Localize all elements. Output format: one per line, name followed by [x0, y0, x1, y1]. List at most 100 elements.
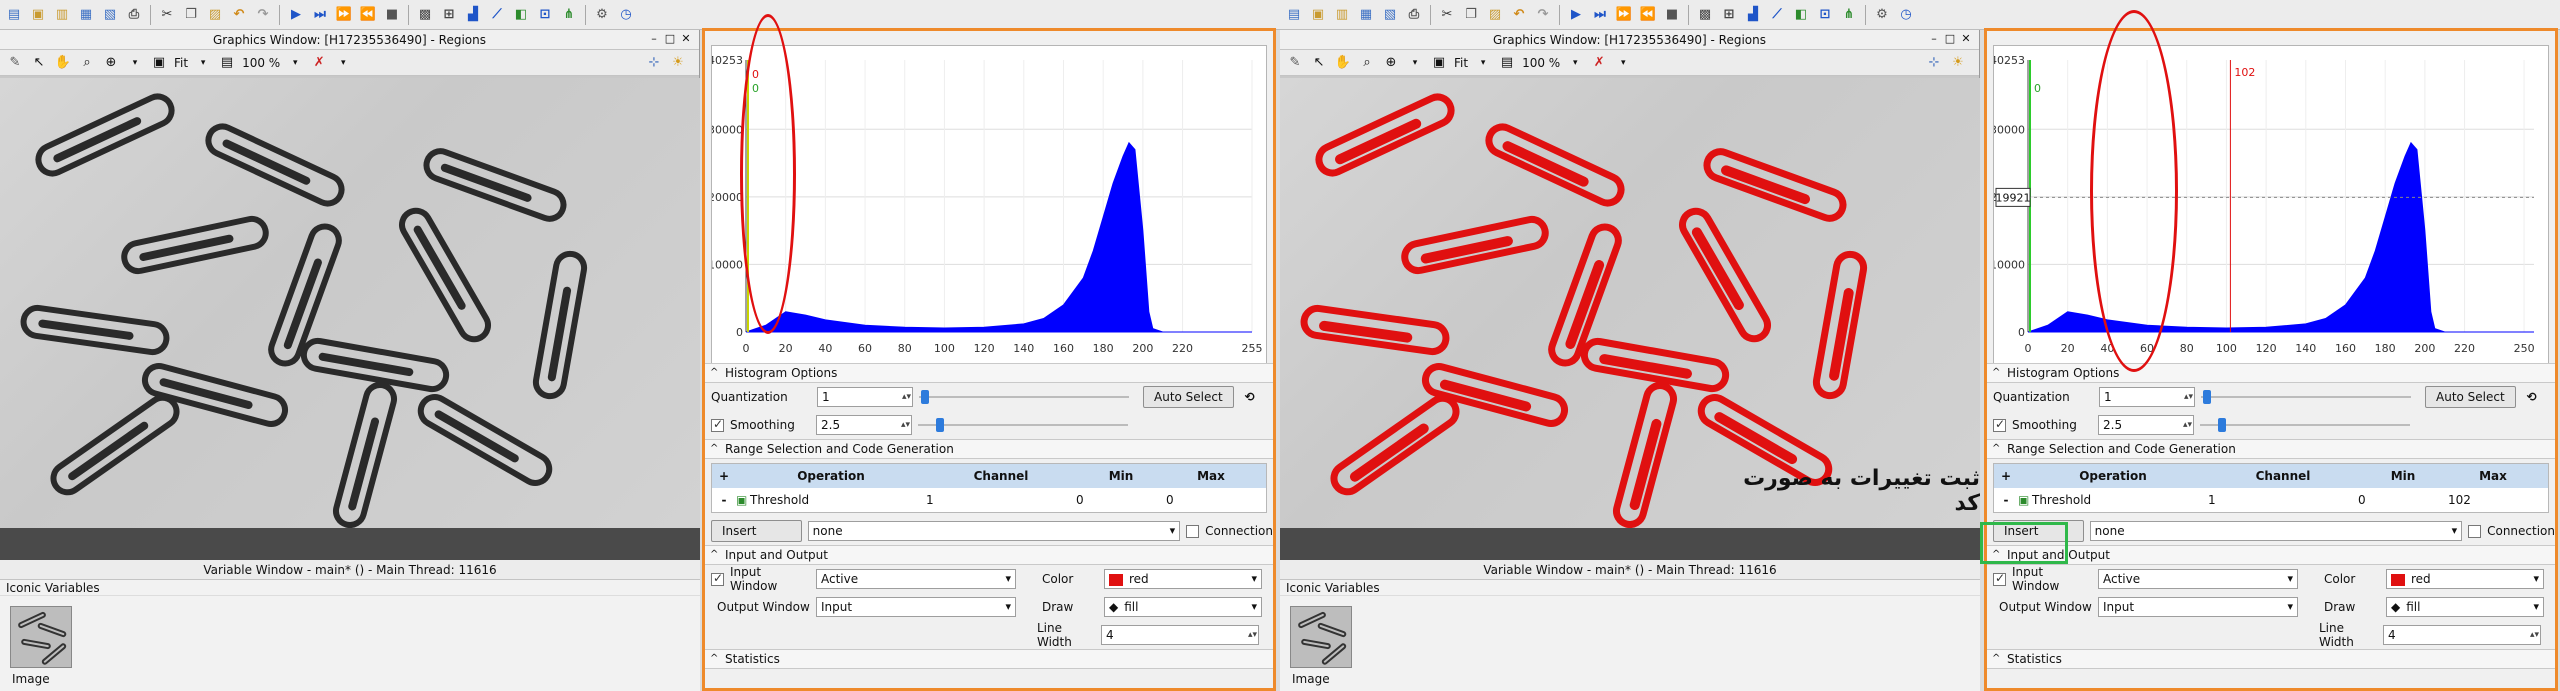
measure-icon[interactable]: ⋔ — [1839, 5, 1859, 25]
smoothing-spinbox[interactable]: 2.5 — [816, 415, 912, 435]
open-icon[interactable]: ▣ — [28, 5, 48, 25]
chevron-down-icon[interactable]: ▾ — [1406, 54, 1424, 72]
print-icon[interactable]: ⎙ — [1404, 5, 1424, 25]
minimize-icon[interactable]: – — [647, 32, 661, 46]
paste-icon[interactable]: ▨ — [205, 5, 225, 25]
chevron-down-icon[interactable]: ▾ — [194, 54, 212, 72]
open-folder-icon[interactable]: ▥ — [52, 5, 72, 25]
quantization-spinbox[interactable]: 1 — [2099, 387, 2195, 407]
image-canvas[interactable] — [0, 78, 700, 528]
quantization-spinbox[interactable]: 1 — [817, 387, 913, 407]
connection-checkbox[interactable] — [2468, 524, 2482, 538]
undo-icon[interactable]: ↶ — [229, 5, 249, 25]
zoom-fit-select[interactable]: Fit — [174, 56, 188, 70]
step-into-icon[interactable]: ⏩ — [1614, 5, 1634, 25]
calibration-icon[interactable]: ⊡ — [535, 5, 555, 25]
auto-select-button[interactable]: Auto Select — [1143, 386, 1234, 408]
smoothing-checkbox[interactable] — [1993, 417, 2006, 432]
statistics-section[interactable]: Statistics — [705, 649, 1273, 669]
color-select[interactable]: red — [1104, 569, 1262, 589]
histogram-icon[interactable]: ▟ — [1743, 5, 1763, 25]
maximize-icon[interactable]: □ — [1943, 32, 1957, 46]
close-icon[interactable]: ✕ — [1959, 32, 1973, 46]
row-remove[interactable]: - — [1994, 493, 2018, 507]
range-selection-section[interactable]: Range Selection and Code Generation — [705, 439, 1273, 459]
maximize-icon[interactable]: □ — [663, 32, 677, 46]
reset-icon[interactable]: ⟲ — [2522, 387, 2542, 407]
chevron-down-icon[interactable]: ▾ — [1614, 54, 1632, 72]
row-min[interactable]: 0 — [1076, 493, 1166, 507]
zoom-percent-select[interactable]: 100 % — [1522, 56, 1560, 70]
feature-icon[interactable]: ◧ — [511, 5, 531, 25]
input-window-checkbox[interactable] — [711, 571, 724, 586]
open-folder-icon[interactable]: ▥ — [1332, 5, 1352, 25]
copy-icon[interactable]: ❐ — [181, 5, 201, 25]
lightbulb-icon[interactable]: ☀ — [1949, 54, 1967, 72]
table-row[interactable]: - ▣ Threshold 1 0 0 — [712, 488, 1266, 512]
save-icon[interactable]: ▦ — [1356, 5, 1376, 25]
undo-icon[interactable]: ↶ — [1509, 5, 1529, 25]
timer-icon[interactable]: ◷ — [1896, 5, 1916, 25]
histogram-options-section[interactable]: Histogram Options — [1987, 363, 2555, 383]
insert-code-button[interactable]: Insert Code — [711, 520, 802, 558]
stop-icon[interactable]: ■ — [1662, 5, 1682, 25]
connection-checkbox[interactable] — [1186, 524, 1200, 538]
line-width-spinbox[interactable]: 4 — [2383, 625, 2541, 645]
magnifier-icon[interactable]: ⌕ — [1358, 54, 1376, 72]
image-thumbnail[interactable] — [10, 606, 72, 668]
run-icon[interactable]: ▶ — [1566, 5, 1586, 25]
minimize-icon[interactable]: – — [1927, 32, 1941, 46]
info-icon[interactable]: ⊹ — [645, 54, 663, 72]
row-min[interactable]: 0 — [2358, 493, 2448, 507]
input-window-checkbox[interactable] — [1993, 571, 2006, 586]
histogram-options-section[interactable]: Histogram Options — [705, 363, 1273, 383]
color-tool-icon[interactable]: ✗ — [1590, 54, 1608, 72]
zoom-window-icon[interactable]: ⊞ — [439, 5, 459, 25]
lightbulb-icon[interactable]: ☀ — [669, 54, 687, 72]
print-icon[interactable]: ⎙ — [124, 5, 144, 25]
settings-icon[interactable]: ⚙ — [592, 5, 612, 25]
magnifier-icon[interactable]: ⌕ — [78, 54, 96, 72]
chevron-down-icon[interactable]: ▾ — [1566, 54, 1584, 72]
pan-icon[interactable]: ✋ — [54, 54, 72, 72]
copy-icon[interactable]: ❐ — [1461, 5, 1481, 25]
chevron-down-icon[interactable]: ▾ — [334, 54, 352, 72]
image-canvas[interactable]: ثبت تغییرات به صورت کد — [1280, 78, 1980, 528]
draw-select[interactable]: ◆ fill — [1104, 597, 1262, 617]
color-tool-icon[interactable]: ✗ — [310, 54, 328, 72]
redo-icon[interactable]: ↷ — [1533, 5, 1553, 25]
reset-icon[interactable]: ⟲ — [1240, 387, 1260, 407]
graphics-window-icon[interactable]: ▩ — [1695, 5, 1715, 25]
grid-header-add[interactable]: + — [1994, 469, 2018, 483]
pan-icon[interactable]: ✋ — [1334, 54, 1352, 72]
save-all-icon[interactable]: ▧ — [100, 5, 120, 25]
info-icon[interactable]: ⊹ — [1925, 54, 1943, 72]
new-file-icon[interactable]: ▤ — [4, 5, 24, 25]
redo-icon[interactable]: ↷ — [253, 5, 273, 25]
zoom-window-icon[interactable]: ⊞ — [1719, 5, 1739, 25]
edit-icon[interactable]: ✎ — [6, 54, 24, 72]
timer-icon[interactable]: ◷ — [616, 5, 636, 25]
save-icon[interactable]: ▦ — [76, 5, 96, 25]
chevron-down-icon[interactable]: ▾ — [126, 54, 144, 72]
line-width-spinbox[interactable]: 4 — [1101, 625, 1259, 645]
chevron-down-icon[interactable]: ▾ — [1474, 54, 1492, 72]
cut-icon[interactable]: ✂ — [157, 5, 177, 25]
output-window-select[interactable]: Input — [816, 597, 1016, 617]
input-window-select[interactable]: Active — [2098, 569, 2298, 589]
pointer-icon[interactable]: ↖ — [30, 54, 48, 72]
auto-select-button[interactable]: Auto Select — [2425, 386, 2516, 408]
smoothing-slider[interactable] — [918, 417, 1128, 433]
stop-icon[interactable]: ■ — [382, 5, 402, 25]
zoom-percent-select[interactable]: 100 % — [242, 56, 280, 70]
fit-icon[interactable]: ▣ — [150, 54, 168, 72]
pointer-icon[interactable]: ↖ — [1310, 54, 1328, 72]
draw-select[interactable]: ◆ fill — [2386, 597, 2544, 617]
new-file-icon[interactable]: ▤ — [1284, 5, 1304, 25]
quantization-slider[interactable] — [919, 389, 1129, 405]
row-max[interactable]: 102 — [2448, 493, 2538, 507]
zoom-fit-select[interactable]: Fit — [1454, 56, 1468, 70]
chevron-down-icon[interactable]: ▾ — [286, 54, 304, 72]
output-window-select[interactable]: Input — [2098, 597, 2298, 617]
paste-icon[interactable]: ▨ — [1485, 5, 1505, 25]
